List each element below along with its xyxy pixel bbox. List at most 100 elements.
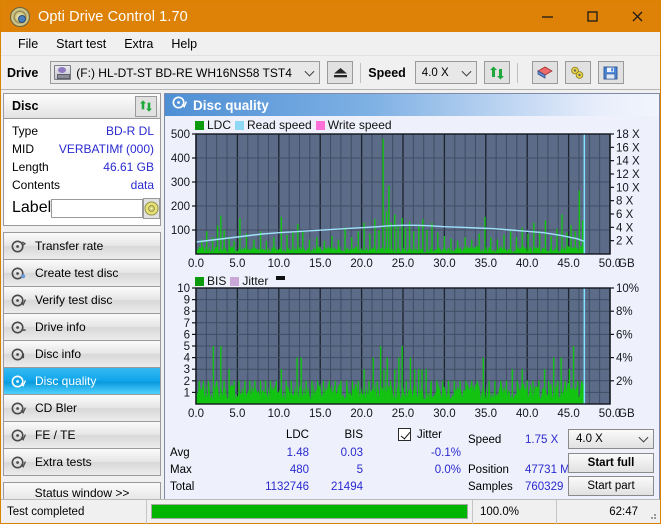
legend-jitter: Jitter: [230, 274, 268, 288]
erase-button[interactable]: [531, 61, 558, 84]
sidebar-item-disc-info[interactable]: Disc info: [4, 341, 160, 368]
minimize-button[interactable]: [525, 1, 570, 32]
panel-header: Disc quality: [165, 94, 659, 116]
menu-extra[interactable]: Extra: [115, 35, 162, 53]
test-speed-value: 4.0 X: [576, 433, 603, 445]
sidebar-item-disc-quality[interactable]: Disc quality: [4, 368, 160, 395]
settings-tools-button[interactable]: [564, 61, 591, 84]
maximize-button[interactable]: [570, 1, 615, 32]
sidebar-item-label: Disc info: [35, 347, 82, 361]
legend-swatch: [315, 120, 325, 130]
svg-text:500: 500: [171, 129, 190, 141]
toolbar-separator-2: [516, 62, 518, 83]
svg-text:9: 9: [184, 295, 190, 307]
svg-text:10 X: 10 X: [616, 182, 640, 194]
close-button[interactable]: [615, 1, 660, 32]
save-button[interactable]: [597, 61, 624, 84]
app-window: Opti Drive Control 1.70 File Start test …: [0, 0, 661, 524]
svg-text:35.0: 35.0: [475, 408, 497, 420]
disc-quality-icon: [11, 375, 28, 388]
status-message-cell: Test completed: [1, 499, 147, 524]
legend-write-speed: Write speed: [315, 118, 392, 132]
svg-text:4: 4: [184, 353, 191, 365]
disc-refresh-button[interactable]: [135, 95, 157, 117]
jitter-label: Jitter: [417, 428, 442, 441]
resize-grip[interactable]: [647, 510, 657, 520]
svg-text:12 X: 12 X: [616, 169, 640, 181]
disc-type-label: Type: [12, 124, 39, 138]
disc-row-type: Type BD-R DL: [12, 122, 154, 140]
start-full-button[interactable]: Start full: [568, 453, 654, 473]
app-disc-icon: [10, 6, 30, 27]
svg-text:6: 6: [184, 329, 190, 341]
drive-select[interactable]: (F:) HL-DT-ST BD-RE WH16NS58 TST4: [50, 61, 321, 84]
sidebar-item-cd-bler[interactable]: CD Bler: [4, 395, 160, 422]
jitter-checkbox-row[interactable]: Jitter: [398, 428, 442, 441]
start-part-button[interactable]: Start part: [568, 476, 654, 496]
legend-label: BIS: [207, 274, 227, 288]
stats-total-bis: 21494: [331, 481, 363, 493]
legend-read-speed: Read speed: [235, 118, 312, 132]
menu-bar: File Start test Extra Help: [1, 32, 660, 56]
stats-max-jitter: 0.0%: [434, 464, 461, 476]
sidebar-item-fe-te[interactable]: FE / TE: [4, 422, 160, 449]
svg-text:200: 200: [171, 201, 190, 213]
disc-mid-value: VERBATIMf (000): [58, 142, 154, 156]
speed-select[interactable]: 4.0 X: [414, 61, 477, 84]
stats-avg-ldc: 1.48: [286, 447, 309, 459]
stats-header-ldc: LDC: [285, 429, 309, 441]
test-nav-list: Transfer rate Create test disc Verify te…: [3, 232, 161, 476]
svg-text:15.0: 15.0: [309, 258, 331, 270]
status-message: Test completed: [7, 505, 85, 518]
sidebar-item-transfer-rate[interactable]: Transfer rate: [4, 233, 160, 260]
stats-avg-jitter: -0.1%: [430, 447, 461, 459]
disc-row-mid: MID VERBATIMf (000): [12, 140, 154, 158]
menu-help[interactable]: Help: [162, 35, 206, 53]
disc-label-input[interactable]: [51, 198, 144, 218]
legend-swatch: [235, 120, 245, 130]
start-part-label: Start part: [587, 480, 635, 492]
sidebar-item-extra-tests[interactable]: Extra tests: [4, 449, 160, 476]
svg-text:7: 7: [184, 318, 190, 330]
disc-fete-icon: [11, 429, 28, 442]
svg-text:45.0: 45.0: [557, 408, 579, 420]
svg-text:10: 10: [177, 283, 190, 295]
stats-row-label-avg: Avg: [170, 447, 190, 459]
bis-chart-svg: 12345678910 2% 4% 6% 8% 10% 0.0 5.0 10.0 15.0 20.0…: [177, 283, 639, 420]
eject-button[interactable]: [327, 61, 354, 84]
svg-text:25.0: 25.0: [392, 258, 414, 270]
speed-label: Speed: [368, 65, 406, 80]
speed-readout-value: 1.75 X: [525, 434, 559, 446]
sidebar-item-drive-info[interactable]: Drive info: [4, 314, 160, 341]
disc-label-button[interactable]: [143, 197, 161, 219]
disc-test-icon: [11, 240, 28, 253]
sidebar-item-verify-test-disc[interactable]: Verify test disc: [4, 287, 160, 314]
sidebar-item-label: CD Bler: [35, 401, 78, 415]
samples-value: 760329: [525, 481, 564, 493]
sidebar-item-create-test-disc[interactable]: Create test disc: [4, 260, 160, 287]
test-speed-select[interactable]: 4.0 X: [568, 429, 654, 449]
disc-mid-label: MID: [12, 142, 34, 156]
speed-select-value: 4.0 X: [421, 66, 449, 79]
menu-file[interactable]: File: [9, 35, 47, 53]
legend-swatch: [230, 276, 240, 286]
disc-quality-panel: Disc quality LDC Read speed Write speed: [164, 93, 660, 500]
stats-total-ldc: 1132746: [265, 481, 309, 493]
svg-text:8%: 8%: [616, 306, 633, 318]
svg-text:1: 1: [184, 387, 190, 399]
svg-text:4%: 4%: [616, 353, 633, 365]
disc-panel-header: Disc: [3, 93, 161, 119]
sidebar-item-label: Create test disc: [35, 266, 119, 280]
window-title: Opti Drive Control 1.70: [38, 8, 188, 25]
title-bar: Opti Drive Control 1.70: [1, 1, 660, 32]
menu-start-test[interactable]: Start test: [47, 35, 115, 53]
progress-bar: [151, 504, 468, 519]
jitter-checkbox[interactable]: [398, 428, 411, 441]
disc-length-value: 46.61 GB: [103, 160, 154, 174]
ldc-chart-legend: LDC Read speed Write speed: [195, 118, 392, 132]
status-window-label: Status window >>: [34, 486, 130, 500]
rescan-button[interactable]: [483, 61, 510, 84]
svg-text:6 X: 6 X: [616, 209, 634, 221]
disc-extra-icon: [11, 456, 28, 469]
svg-text:5.0: 5.0: [229, 258, 245, 270]
